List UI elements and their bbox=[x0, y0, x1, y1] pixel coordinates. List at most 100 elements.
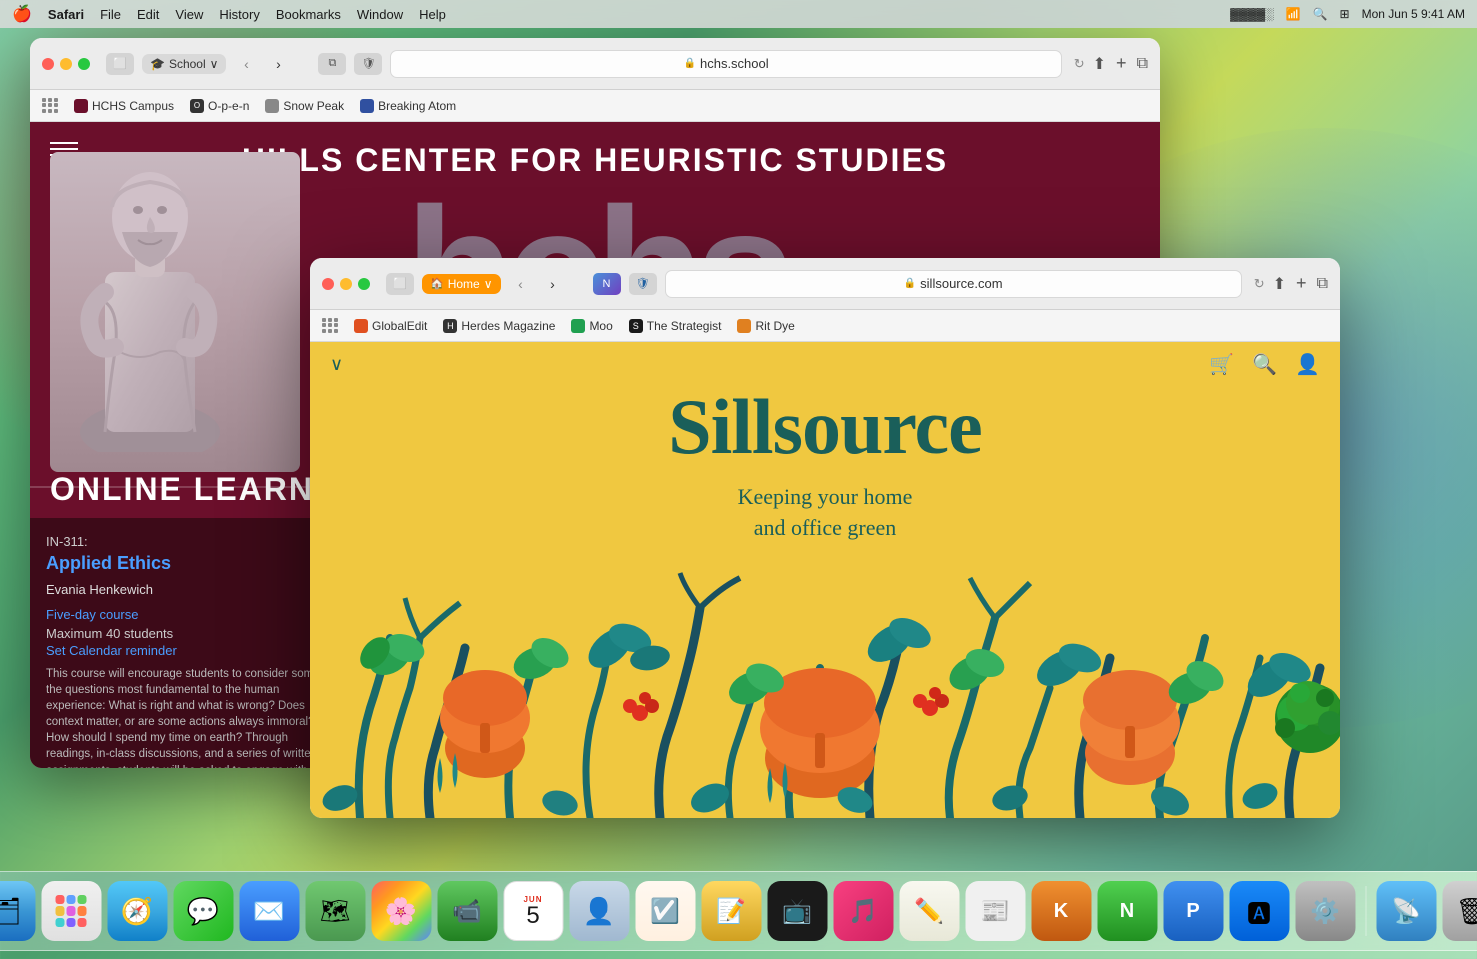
menu-window[interactable]: Window bbox=[357, 7, 403, 22]
back-button-sillsource[interactable]: ‹ bbox=[509, 272, 533, 296]
safari-toolbar-hchs: ⬜ 🎓 School ∨ ‹ › ⧉ 🛡 🔒 hchs.school ↻ ⬆ +… bbox=[30, 38, 1160, 90]
dock-item-tv[interactable]: 📺 bbox=[767, 881, 827, 941]
sillsource-tagline: Keeping your home and office green bbox=[310, 482, 1340, 544]
grid-icon-sillsource[interactable] bbox=[322, 318, 338, 334]
tab-switcher-button-hchs[interactable]: ⧉ bbox=[1137, 55, 1148, 73]
menu-bookmarks[interactable]: Bookmarks bbox=[276, 7, 341, 22]
dock-item-calendar[interactable]: JUN 5 bbox=[503, 881, 563, 941]
wifi-icon: 📶 bbox=[1286, 7, 1301, 21]
apple-menu[interactable]: 🍎 bbox=[12, 4, 32, 24]
dock-item-freeform[interactable]: ✏️ bbox=[899, 881, 959, 941]
dock-item-music[interactable]: 🎵 bbox=[833, 881, 893, 941]
tab-group-hchs[interactable]: 🎓 School ∨ bbox=[142, 54, 226, 74]
toolbar-actions-sillsource: ⬆ + ⧉ bbox=[1273, 273, 1328, 294]
fullscreen-button-hchs[interactable] bbox=[78, 58, 90, 70]
address-bar-sillsource[interactable]: 🔒 sillsource.com bbox=[665, 270, 1242, 298]
sillsource-nav-chevron[interactable]: ∨ bbox=[330, 354, 343, 375]
chevron-down-icon-sillsource: ∨ bbox=[484, 277, 493, 291]
dock-item-finder[interactable]: 🗂 bbox=[0, 881, 35, 941]
share-button-hchs[interactable]: ⬆ bbox=[1093, 54, 1106, 74]
search-menubar-icon[interactable]: 🔍 bbox=[1313, 7, 1328, 21]
new-tab-button-sillsource[interactable]: + bbox=[1296, 273, 1307, 294]
menu-view[interactable]: View bbox=[175, 7, 203, 22]
dock-item-reminders[interactable]: ☑️ bbox=[635, 881, 695, 941]
lock-icon-hchs: 🔒 bbox=[684, 58, 696, 69]
new-tab-button-hchs[interactable]: + bbox=[1116, 53, 1127, 74]
dock-item-photos[interactable]: 🌸 bbox=[371, 881, 431, 941]
grid-icon-hchs[interactable] bbox=[42, 98, 58, 114]
tab-group-sillsource[interactable]: 🏠 Home ∨ bbox=[422, 274, 501, 294]
sidebar-toggle-sillsource[interactable]: ⬜ bbox=[386, 273, 414, 295]
course-card-applied-ethics: IN-311: Applied Ethics Evania Henkewich … bbox=[30, 518, 350, 768]
bookmark-open[interactable]: O O-p-e-n bbox=[190, 99, 249, 113]
dock-item-launchpad[interactable] bbox=[41, 881, 101, 941]
dock-item-notes[interactable]: 📝 bbox=[701, 881, 761, 941]
tab-overview-btn-hchs[interactable]: ⧉ bbox=[318, 53, 346, 75]
reload-button-hchs[interactable]: ↻ bbox=[1074, 56, 1085, 72]
menubar-left: 🍎 Safari File Edit View History Bookmark… bbox=[12, 4, 446, 24]
tab-overview-btn-sillsource[interactable]: N bbox=[593, 273, 621, 295]
dock-item-news[interactable]: 📰 bbox=[965, 881, 1025, 941]
hchs-statue-image bbox=[50, 152, 300, 472]
tab-switcher-button-sillsource[interactable]: ⧉ bbox=[1317, 275, 1328, 293]
course-instructor: Evania Henkewich bbox=[46, 582, 334, 597]
forward-button-sillsource[interactable]: › bbox=[541, 272, 565, 296]
dock-item-messages[interactable]: 💬 bbox=[173, 881, 233, 941]
chevron-down-icon: ∨ bbox=[210, 57, 219, 71]
course-code: IN-311: bbox=[46, 534, 334, 549]
account-icon[interactable]: 👤 bbox=[1295, 352, 1320, 377]
course-calendar-reminder[interactable]: Set Calendar reminder bbox=[46, 643, 334, 658]
bookmark-herdes[interactable]: H Herdes Magazine bbox=[443, 319, 555, 333]
menu-edit[interactable]: Edit bbox=[137, 7, 159, 22]
dock-item-contacts[interactable]: 👤 bbox=[569, 881, 629, 941]
dock-item-airdrop[interactable]: 📡 bbox=[1376, 881, 1436, 941]
url-text-hchs: hchs.school bbox=[700, 56, 769, 71]
minimize-button-hchs[interactable] bbox=[60, 58, 72, 70]
cart-icon[interactable]: 🛒 bbox=[1209, 352, 1234, 377]
bookmark-rit-dye[interactable]: Rit Dye bbox=[737, 319, 794, 333]
close-button-sillsource[interactable] bbox=[322, 278, 334, 290]
bookmark-strategist[interactable]: S The Strategist bbox=[629, 319, 722, 333]
extensions-btn-hchs[interactable]: 🛡 bbox=[354, 53, 382, 75]
menu-safari[interactable]: Safari bbox=[48, 7, 84, 22]
reload-button-sillsource[interactable]: ↻ bbox=[1254, 276, 1265, 292]
bookmark-globaledit[interactable]: GlobalEdit bbox=[354, 319, 427, 333]
dock-item-trash[interactable]: 🗑 bbox=[1442, 881, 1477, 941]
dock-item-numbers[interactable]: N bbox=[1097, 881, 1157, 941]
bookmark-hchs-campus[interactable]: HCHS Campus bbox=[74, 99, 174, 113]
back-button-hchs[interactable]: ‹ bbox=[234, 52, 258, 76]
sillsource-website-content: ∨ 🛒 🔍 👤 Sillsource Keeping your home and… bbox=[310, 342, 1340, 818]
menubar: 🍎 Safari File Edit View History Bookmark… bbox=[0, 0, 1477, 28]
safari-toolbar-sillsource: ⬜ 🏠 Home ∨ ‹ › N 🛡 🔒 sillsource.com ↻ ⬆ … bbox=[310, 258, 1340, 310]
menu-history[interactable]: History bbox=[219, 7, 259, 22]
dock-item-pages[interactable]: P bbox=[1163, 881, 1223, 941]
dock-item-mail[interactable]: ✉️ bbox=[239, 881, 299, 941]
search-icon-sillsource[interactable]: 🔍 bbox=[1252, 352, 1277, 377]
bookmark-moo[interactable]: Moo bbox=[571, 319, 612, 333]
dock-item-system-settings[interactable]: ⚙️ bbox=[1295, 881, 1355, 941]
forward-button-hchs[interactable]: › bbox=[266, 52, 290, 76]
fullscreen-button-sillsource[interactable] bbox=[358, 278, 370, 290]
dock-item-facetime[interactable]: 📹 bbox=[437, 881, 497, 941]
traffic-lights-hchs bbox=[42, 58, 90, 70]
dock-item-safari[interactable]: 🧭 bbox=[107, 881, 167, 941]
bookmark-breaking-atom[interactable]: Breaking Atom bbox=[360, 99, 456, 113]
share-button-sillsource[interactable]: ⬆ bbox=[1273, 274, 1286, 294]
clock: Mon Jun 5 9:41 AM bbox=[1362, 7, 1465, 21]
minimize-button-sillsource[interactable] bbox=[340, 278, 352, 290]
sidebar-toggle-hchs[interactable]: ⬜ bbox=[106, 53, 134, 75]
control-center-icon[interactable]: ⊞ bbox=[1340, 7, 1350, 21]
menu-file[interactable]: File bbox=[100, 7, 121, 22]
close-button-hchs[interactable] bbox=[42, 58, 54, 70]
menu-help[interactable]: Help bbox=[419, 7, 446, 22]
dock-item-maps[interactable]: 🗺 bbox=[305, 881, 365, 941]
dock-item-appstore[interactable]: 🅰 bbox=[1229, 881, 1289, 941]
bookmark-snow-peak[interactable]: Snow Peak bbox=[265, 99, 344, 113]
address-bar-hchs[interactable]: 🔒 hchs.school bbox=[390, 50, 1061, 78]
traffic-lights-sillsource bbox=[322, 278, 370, 290]
extensions-btn-sillsource[interactable]: 🛡 bbox=[629, 273, 657, 295]
course-days-link[interactable]: Five-day course bbox=[46, 607, 334, 622]
battery-icon: ▓▓▓▓░ bbox=[1230, 7, 1274, 21]
dock-separator bbox=[1365, 886, 1366, 936]
dock-item-keynote[interactable]: K bbox=[1031, 881, 1091, 941]
